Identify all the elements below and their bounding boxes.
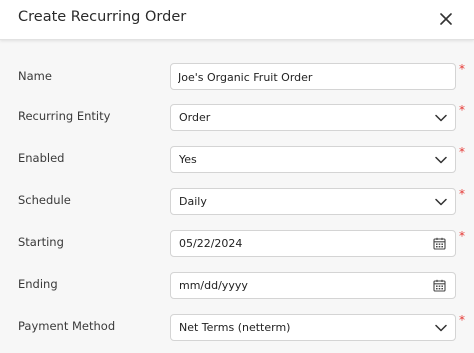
- name-field[interactable]: [170, 63, 456, 90]
- recurring-entity-label: Recurring Entity: [18, 109, 111, 123]
- payment-method-select[interactable]: Net Terms (netterm): [170, 314, 456, 341]
- calendar-icon[interactable]: [433, 237, 446, 250]
- recurring-entity-value: Order: [179, 111, 211, 124]
- starting-date-value: 05/22/2024: [179, 237, 243, 250]
- starting-date-field[interactable]: 05/22/2024: [170, 230, 456, 257]
- chevron-down-icon: [435, 156, 447, 164]
- enabled-label: Enabled: [18, 151, 65, 165]
- schedule-select[interactable]: Daily: [170, 188, 456, 215]
- dialog-body: Name * Recurring Entity Order * Enabled …: [0, 40, 474, 353]
- calendar-icon[interactable]: [433, 279, 446, 292]
- schedule-value: Daily: [179, 195, 207, 208]
- ending-date-placeholder: mm/dd/yyyy: [179, 279, 248, 292]
- chevron-down-icon: [435, 324, 447, 332]
- payment-method-label: Payment Method: [18, 319, 116, 333]
- required-marker: *: [459, 62, 465, 76]
- close-icon[interactable]: [436, 9, 456, 29]
- required-marker: *: [459, 187, 465, 201]
- dialog-title: Create Recurring Order: [18, 9, 187, 25]
- enabled-value: Yes: [179, 153, 197, 166]
- name-input[interactable]: [178, 69, 438, 85]
- required-marker: *: [459, 103, 465, 117]
- chevron-down-icon: [435, 198, 447, 206]
- starting-label: Starting: [18, 235, 64, 249]
- required-marker: *: [459, 229, 465, 243]
- recurring-entity-select[interactable]: Order: [170, 104, 456, 131]
- dialog-header: Create Recurring Order: [0, 0, 474, 40]
- required-marker: *: [459, 145, 465, 159]
- chevron-down-icon: [435, 114, 447, 122]
- enabled-select[interactable]: Yes: [170, 146, 456, 173]
- ending-date-field[interactable]: mm/dd/yyyy: [170, 272, 456, 299]
- payment-method-value: Net Terms (netterm): [179, 321, 291, 334]
- name-label: Name: [18, 69, 52, 83]
- ending-label: Ending: [18, 277, 58, 291]
- required-marker: *: [459, 313, 465, 327]
- schedule-label: Schedule: [18, 193, 71, 207]
